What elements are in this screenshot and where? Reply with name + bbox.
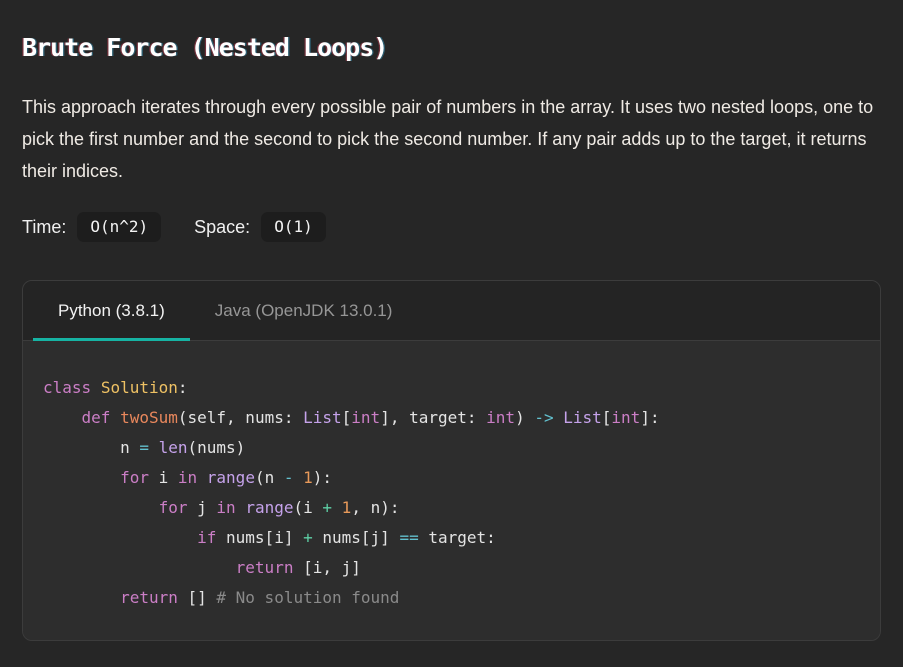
code-panel: Python (3.8.1)Java (OpenJDK 13.0.1) clas… xyxy=(22,280,881,641)
code-token-pl: n xyxy=(43,438,139,457)
code-token-pl xyxy=(43,468,120,487)
language-tab-bar: Python (3.8.1)Java (OpenJDK 13.0.1) xyxy=(23,281,880,341)
code-token-pl xyxy=(43,498,159,517)
code-token-bi: range xyxy=(245,498,293,517)
code-token-pl xyxy=(236,498,246,517)
code-line: return [] # No solution found xyxy=(43,583,860,613)
complexity-row: Time: O(n^2) Space: O(1) xyxy=(22,212,881,242)
code-token-pl xyxy=(149,438,159,457)
code-token-pl: [ xyxy=(602,408,612,427)
space-label: Space: xyxy=(194,217,250,238)
code-token-pl xyxy=(197,468,207,487)
code-token-pl: (i xyxy=(293,498,322,517)
code-token-kw: def xyxy=(82,408,111,427)
code-token-pl: [i, j] xyxy=(293,558,360,577)
code-token-pl: (n xyxy=(255,468,284,487)
code-line: class Solution: xyxy=(43,373,860,403)
code-token-pl: : xyxy=(178,378,188,397)
code-token-kw: class xyxy=(43,378,91,397)
page: Brute Force (Nested Loops) This approach… xyxy=(0,0,903,667)
code-token-bi: List xyxy=(303,408,342,427)
code-token-pl xyxy=(43,408,82,427)
code-token-opg: + xyxy=(303,528,313,547)
code-token-op: = xyxy=(139,438,149,457)
code-token-kw: in xyxy=(178,468,197,487)
code-token-pl xyxy=(43,588,120,607)
time-label: Time: xyxy=(22,217,66,238)
page-title: Brute Force (Nested Loops) xyxy=(22,33,881,62)
code-line: return [i, j] xyxy=(43,553,860,583)
code-token-pl xyxy=(91,378,101,397)
code-line: n = len(nums) xyxy=(43,433,860,463)
tab-python[interactable]: Python (3.8.1) xyxy=(33,281,190,340)
code-token-fn: twoSum xyxy=(120,408,178,427)
code-token-op: - xyxy=(284,468,294,487)
code-token-kw: int xyxy=(486,408,515,427)
code-token-pl xyxy=(332,498,342,517)
tab-java[interactable]: Java (OpenJDK 13.0.1) xyxy=(190,281,418,340)
code-token-pl: ], target: xyxy=(380,408,486,427)
code-token-kw: return xyxy=(236,558,294,577)
code-token-pl xyxy=(43,558,236,577)
code-token-pl: ): xyxy=(313,468,332,487)
code-token-op: == xyxy=(399,528,418,547)
code-token-num: 1 xyxy=(342,498,352,517)
approach-description: This approach iterates through every pos… xyxy=(22,91,881,187)
code-token-pl xyxy=(294,468,304,487)
code-token-kw: return xyxy=(120,588,178,607)
code-token-bi: range xyxy=(207,468,255,487)
code-token-pl: (nums) xyxy=(188,438,246,457)
code-token-kw: in xyxy=(216,498,235,517)
code-token-op: -> xyxy=(534,408,553,427)
code-block: class Solution: def twoSum(self, nums: L… xyxy=(23,341,880,640)
code-token-pl: i xyxy=(149,468,178,487)
code-token-pl: [] xyxy=(178,588,217,607)
code-token-pl: nums[j] xyxy=(313,528,400,547)
time-complexity-badge: O(n^2) xyxy=(77,212,161,242)
code-token-kw: for xyxy=(159,498,188,517)
code-token-kw: int xyxy=(351,408,380,427)
code-token-pl xyxy=(43,528,197,547)
code-token-num: 1 xyxy=(303,468,313,487)
space-complexity-badge: O(1) xyxy=(261,212,326,242)
code-token-pl: [ xyxy=(342,408,352,427)
code-token-pl: ]: xyxy=(640,408,659,427)
code-line: for j in range(i + 1, n): xyxy=(43,493,860,523)
code-line: if nums[i] + nums[j] == target: xyxy=(43,523,860,553)
code-token-cmt: # No solution found xyxy=(216,588,399,607)
code-token-pl xyxy=(110,408,120,427)
code-token-pl: (self, nums: xyxy=(178,408,303,427)
code-token-bi: List xyxy=(563,408,602,427)
code-token-opg: + xyxy=(322,498,332,517)
code-token-pl: target: xyxy=(419,528,496,547)
code-token-kw: for xyxy=(120,468,149,487)
code-token-bi: len xyxy=(159,438,188,457)
code-token-kw: int xyxy=(611,408,640,427)
code-token-pl: , n): xyxy=(351,498,399,517)
code-line: def twoSum(self, nums: List[int], target… xyxy=(43,403,860,433)
code-token-kw: if xyxy=(197,528,216,547)
code-token-cls: Solution xyxy=(101,378,178,397)
code-token-pl: j xyxy=(188,498,217,517)
code-line: for i in range(n - 1): xyxy=(43,463,860,493)
code-token-pl: nums[i] xyxy=(216,528,303,547)
code-token-pl xyxy=(554,408,564,427)
code-token-pl: ) xyxy=(515,408,534,427)
